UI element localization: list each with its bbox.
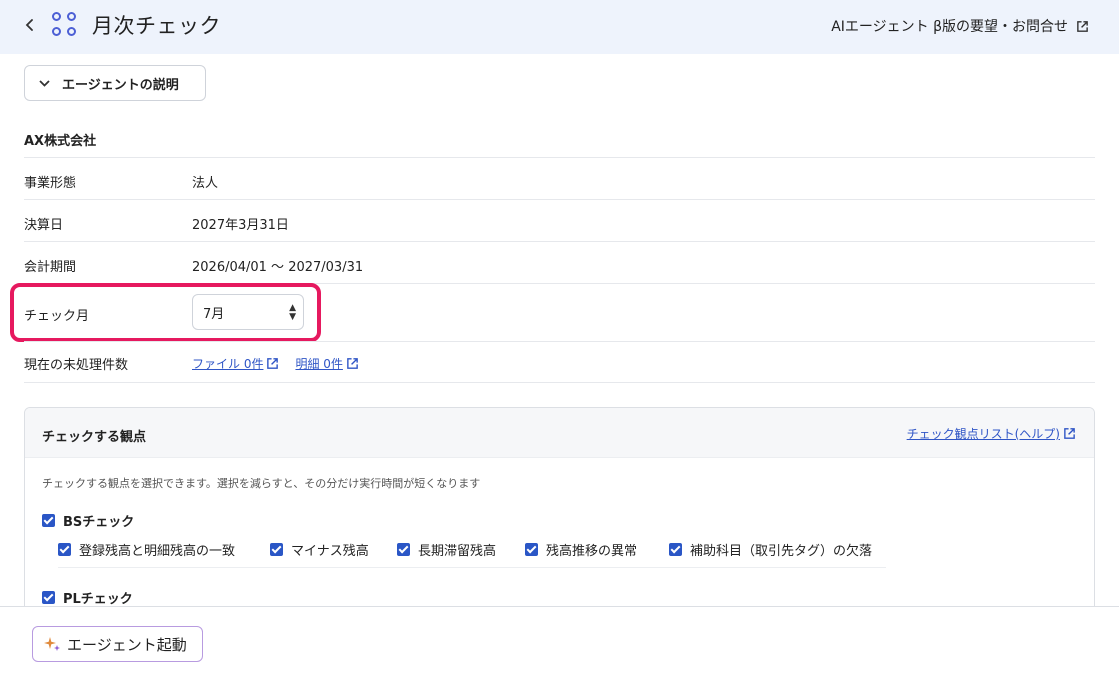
external-link-icon (347, 358, 358, 369)
check-item: マイナス残高 (270, 540, 369, 559)
external-link-icon (1064, 428, 1075, 439)
check-item: 補助科目（取引先タグ）の欠落 (669, 540, 872, 559)
info-label: 決算日 (24, 218, 64, 233)
check-item-label: 登録残高と明細残高の一致 (79, 544, 236, 559)
info-value: 法人 (192, 176, 219, 191)
run-agent-button[interactable]: エージェント起動 (32, 626, 203, 662)
company-name: AX株式会社 (24, 134, 97, 149)
check-item: 登録残高と明細残高の一致 (58, 540, 235, 559)
feedback-link-label: AIエージェント β版の要望・お問合せ (831, 19, 1068, 35)
info-value: 2027年3月31日 (192, 218, 289, 233)
check-item-label: 長期滞留残高 (418, 544, 497, 559)
bs-check-checkbox[interactable] (42, 514, 55, 527)
pl-check-checkbox[interactable] (42, 591, 55, 604)
bs-check-group: BSチェック (42, 511, 134, 530)
check-item-checkbox[interactable] (270, 543, 283, 556)
detail-count-link[interactable]: 明細 0件 (295, 355, 358, 372)
group-label: PLチェック (63, 592, 133, 607)
check-item-label: 残高推移の異常 (546, 544, 638, 559)
agent-app-icon (52, 12, 80, 40)
check-item-checkbox[interactable] (525, 543, 538, 556)
feedback-link[interactable]: AIエージェント β版の要望・お問合せ (831, 16, 1089, 36)
check-item: 残高推移の異常 (525, 540, 637, 559)
info-label: 現在の未処理件数 (24, 358, 129, 373)
agent-description-toggle[interactable]: エージェントの説明 (24, 65, 206, 101)
chevron-left-icon (25, 19, 33, 31)
help-link-label: チェック観点リスト(ヘルプ) (906, 427, 1060, 441)
footer-bar: エージェント起動 (0, 606, 1119, 679)
page-title: 月次チェック (92, 14, 221, 38)
highlight-frame (10, 283, 321, 342)
group-divider (58, 567, 886, 568)
info-row-fiscal-period: 会計期間 2026/04/01 〜 2027/03/31 (24, 241, 1095, 283)
info-row-closing-date: 決算日 2027年3月31日 (24, 199, 1095, 241)
info-value: 2026/04/01 〜 2027/03/31 (192, 260, 364, 275)
check-aspects-panel: チェックする観点 チェック観点リスト(ヘルプ) チェックする観点を選択できます。… (24, 407, 1095, 617)
back-button[interactable] (20, 14, 40, 36)
external-link-icon (1077, 20, 1088, 32)
agent-description-label: エージェントの説明 (62, 77, 179, 93)
external-link-icon (267, 358, 279, 369)
pl-check-group: PLチェック (42, 588, 133, 607)
check-item-checkbox[interactable] (58, 543, 71, 556)
file-count-link[interactable]: ファイル 0件 (192, 355, 279, 372)
info-row-unprocessed-count: 現在の未処理件数 ファイル 0件 明細 0件 (24, 341, 1095, 383)
check-item-checkbox[interactable] (669, 543, 682, 556)
check-item: 長期滞留残高 (397, 540, 496, 559)
panel-description: チェックする観点を選択できます。選択を減らすと、その分だけ実行時間が短くなります (42, 477, 481, 490)
chevron-down-icon (39, 77, 50, 90)
run-agent-label: エージェント起動 (67, 635, 187, 654)
info-label: 会計期間 (24, 260, 77, 275)
header-bar: 月次チェック AIエージェント β版の要望・お問合せ (0, 0, 1119, 54)
check-item-label: 補助科目（取引先タグ）の欠落 (690, 544, 873, 559)
detail-count-label: 明細 0件 (295, 357, 343, 371)
group-label: BSチェック (63, 515, 135, 530)
check-item-label: マイナス残高 (291, 544, 369, 559)
help-link[interactable]: チェック観点リスト(ヘルプ) (907, 425, 1076, 442)
sparkle-icon (44, 637, 60, 651)
info-row-business-type: 事業形態 法人 (24, 157, 1095, 199)
file-count-label: ファイル 0件 (192, 357, 264, 371)
check-item-checkbox[interactable] (397, 543, 410, 556)
panel-header: チェックする観点 チェック観点リスト(ヘルプ) (25, 408, 1094, 458)
panel-title: チェックする観点 (42, 430, 147, 445)
info-label: 事業形態 (24, 176, 77, 191)
unprocessed-links: ファイル 0件 明細 0件 (192, 355, 359, 372)
